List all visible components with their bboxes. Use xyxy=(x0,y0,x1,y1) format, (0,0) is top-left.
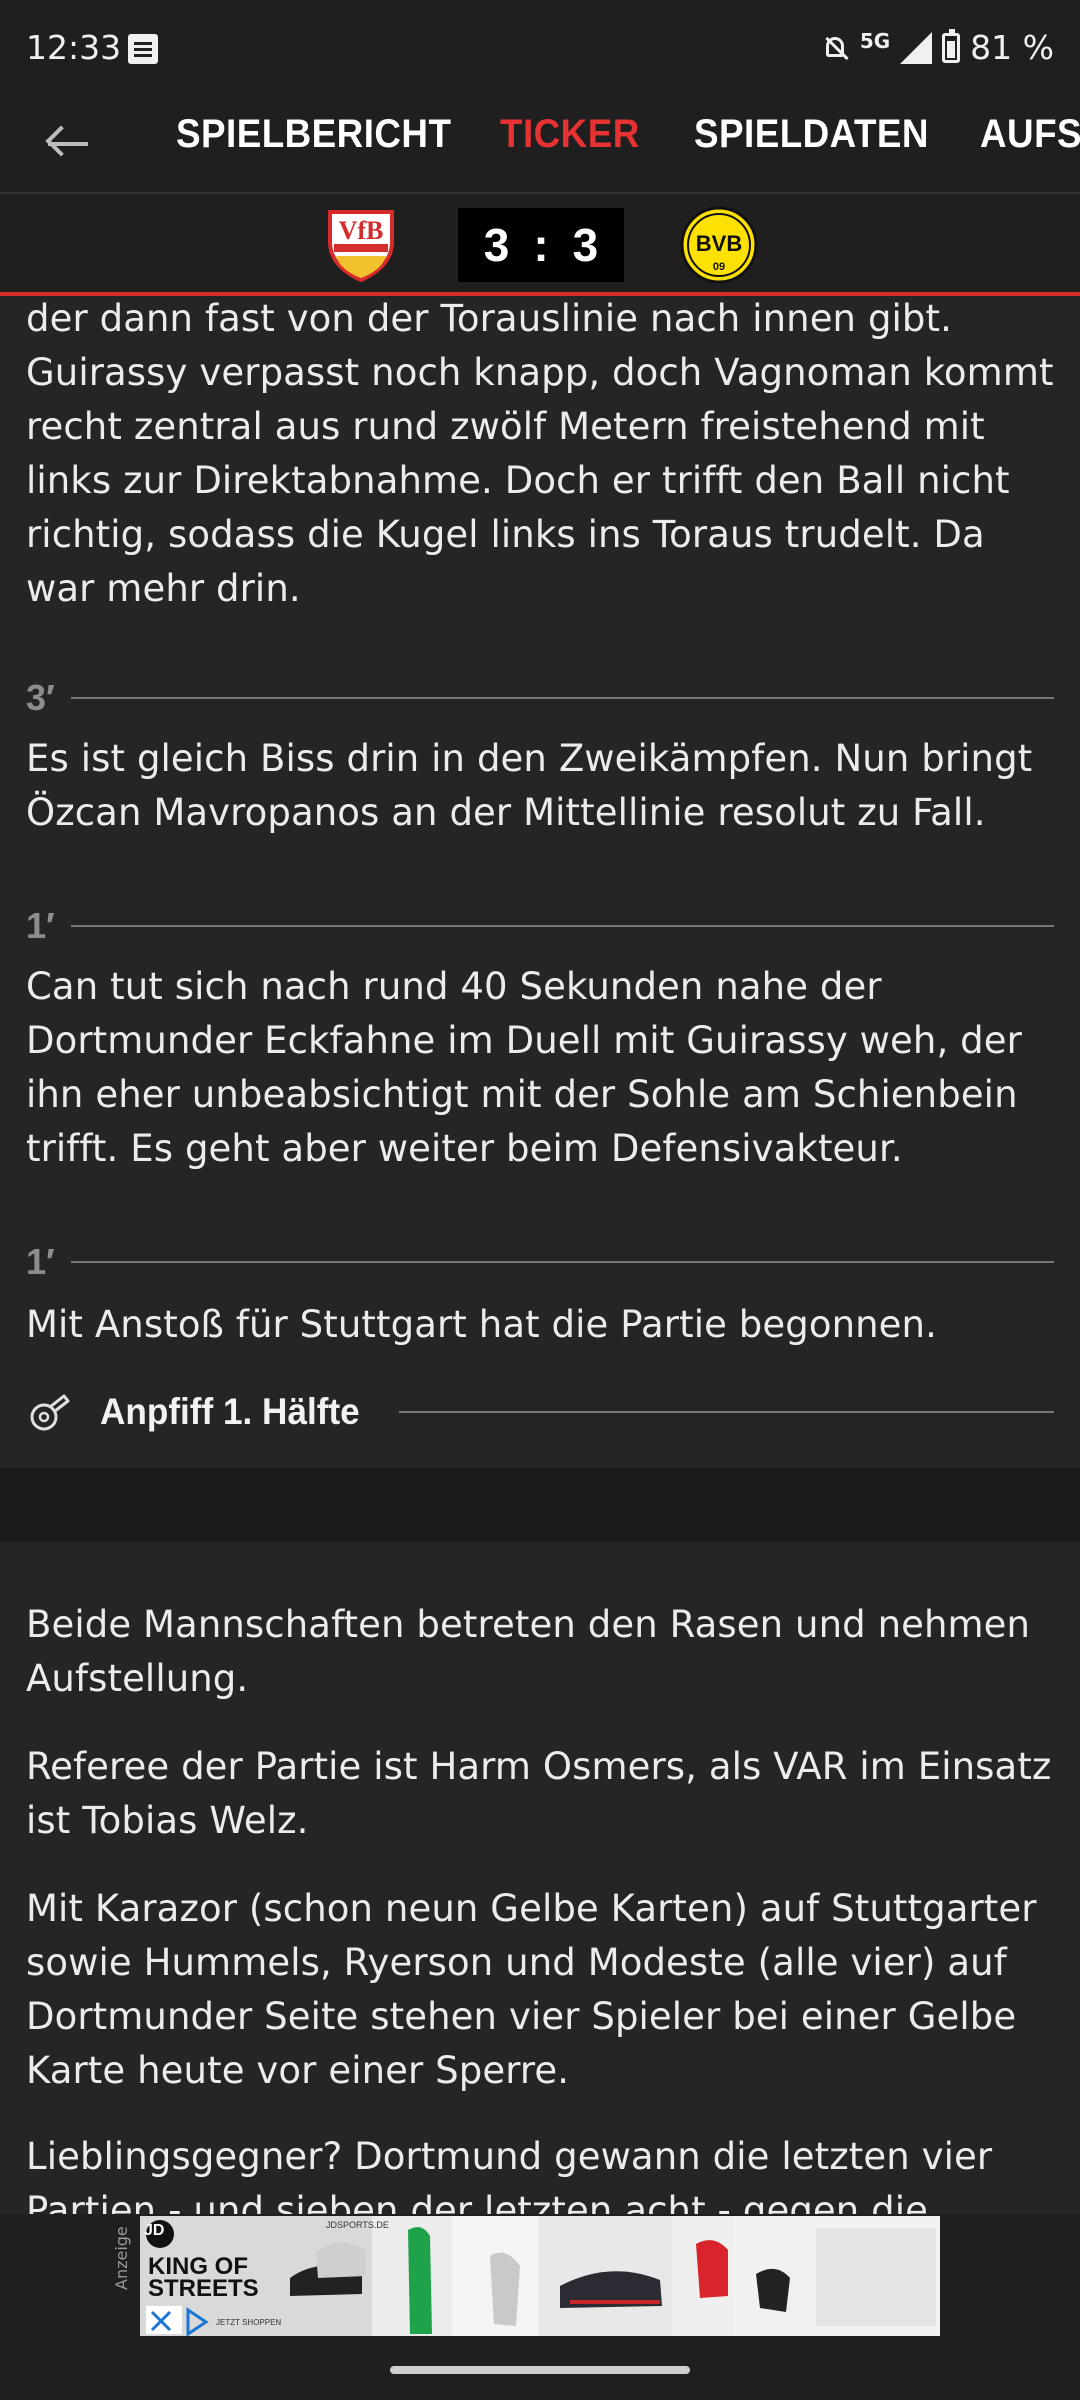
divider xyxy=(70,1261,1054,1263)
whistle-icon xyxy=(30,1394,70,1431)
ad-brand: JD xyxy=(144,2222,165,2239)
status-icons: 5G 81 % xyxy=(820,28,1054,67)
tab-spielbericht[interactable]: SPIELBERICHT xyxy=(176,112,451,157)
score-bar: VfB 3 : 3 BVB 09 xyxy=(0,194,1080,296)
document-icon xyxy=(128,34,158,64)
svg-text:09: 09 xyxy=(713,261,725,273)
ticker-entry-text: Mit Anstoß für Stuttgart hat die Partie … xyxy=(26,1303,937,1346)
ticker-minute-row: 1′ xyxy=(26,1241,1054,1282)
tab-bar: SPIELBERICHT TICKER SPIELDATEN AUFST xyxy=(0,96,1080,194)
score-display: 3 : 3 xyxy=(458,208,624,282)
home-score: 3 xyxy=(483,219,510,271)
ticker-entry-text: Can tut sich nach rund 40 Sekunden nahe … xyxy=(26,965,1022,1170)
divider xyxy=(70,697,1054,699)
kickoff-row: Anpfiff 1. Hälfte xyxy=(26,1382,1054,1442)
signal-icon xyxy=(900,31,933,64)
prematch-text: Lieblingsgegner? Dortmund gewann die let… xyxy=(26,2135,993,2214)
tab-spieldaten[interactable]: SPIELDATEN xyxy=(694,112,929,157)
ad-site: JDSPORTS.DE xyxy=(326,2220,389,2230)
prematch-text: Beide Mannschaften betreten den Rasen un… xyxy=(26,1603,1031,1700)
home-gesture-bar[interactable] xyxy=(390,2366,690,2374)
prematch-text: Referee der Partie ist Harm Osmers, als … xyxy=(26,1745,1052,1842)
network-type: 5G xyxy=(859,28,891,53)
vfb-stuttgart-crest-icon[interactable]: VfB xyxy=(326,208,396,282)
ticker-minute: 3′ xyxy=(26,677,55,718)
divider xyxy=(70,925,1054,927)
section-separator xyxy=(0,1468,1080,1542)
system-nav-bar xyxy=(0,2338,1080,2400)
battery-icon xyxy=(942,28,961,63)
kickoff-label: Anpfiff 1. Hälfte xyxy=(100,1391,360,1432)
ticker-minute: 1′ xyxy=(26,1241,55,1282)
ticker-minute: 1′ xyxy=(26,905,55,946)
ticker-minute-row: 1′ xyxy=(26,905,1054,946)
prematch-text: Mit Karazor (schon neun Gelbe Karten) au… xyxy=(26,1887,1037,2092)
score-separator: : xyxy=(533,219,549,271)
divider xyxy=(399,1411,1054,1413)
back-arrow-icon[interactable] xyxy=(44,124,92,164)
away-score: 3 xyxy=(572,219,599,271)
ticker-entry-text: Es ist gleich Biss drin in den Zweikämpf… xyxy=(26,737,1033,834)
battery-level: 81 % xyxy=(970,28,1054,67)
svg-text:BVB: BVB xyxy=(696,231,742,256)
ad-banner[interactable]: JD KING OF STREETS JDSPORTS.DE JETZT SHO… xyxy=(140,2216,940,2336)
ticker-minute-row: 3′ xyxy=(26,677,1054,718)
status-time: 12:33 xyxy=(26,28,122,67)
ad-label: Anzeige xyxy=(112,2226,131,2290)
svg-text:VfB: VfB xyxy=(339,216,384,245)
ad-headline-2: STREETS xyxy=(148,2275,259,2302)
ticker-entry-text: der dann fast von der Torauslinie nach i… xyxy=(26,297,1054,610)
tab-ticker[interactable]: TICKER xyxy=(500,112,640,157)
ad-cta[interactable]: JETZT SHOPPEN xyxy=(216,2318,281,2327)
tab-aufstellung[interactable]: AUFST xyxy=(980,112,1080,157)
bvb-crest-icon[interactable]: BVB 09 xyxy=(680,206,758,284)
status-bar: 12:33 5G 81 % xyxy=(0,0,1080,96)
bell-off-icon xyxy=(820,33,850,63)
